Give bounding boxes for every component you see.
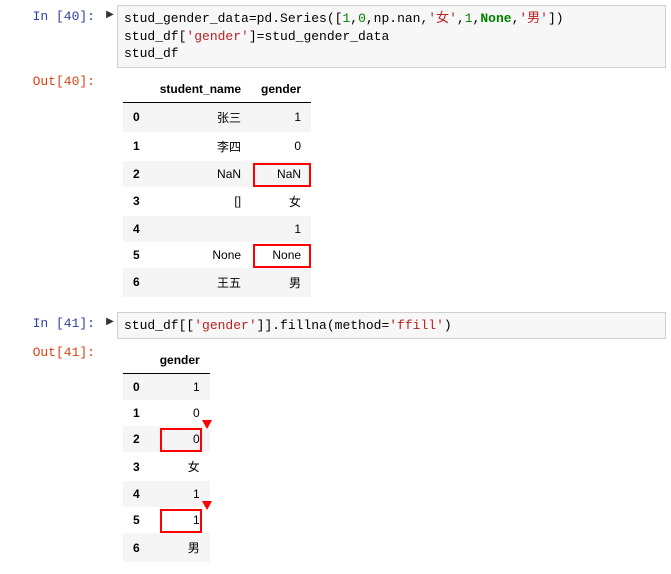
table-row: 5NoneNone <box>123 242 311 268</box>
dataframe-41: gender0110203女41516男 <box>123 347 210 562</box>
table-row: 20 <box>123 426 210 452</box>
in-prompt-41: In [41]: <box>5 312 103 340</box>
table-row: 3女 <box>123 452 210 481</box>
cell-41-input: In [41]: ▶ stud_df[['gender']].fillna(me… <box>5 312 666 340</box>
table-row: 3[]女 <box>123 187 311 216</box>
table-row: 41 <box>123 216 311 242</box>
dataframe-40: student_namegender0张三11李四02NaNNaN3[]女415… <box>123 76 311 297</box>
code-input-40[interactable]: stud_gender_data=pd.Series([1,0,np.nan,'… <box>117 5 666 68</box>
table-row: 6王五男 <box>123 268 311 297</box>
cell-41-output: Out[41]: gender0110203女41516男 <box>5 341 666 567</box>
column-header: student_name <box>150 76 251 103</box>
output-40: student_namegender0张三11李四02NaNNaN3[]女415… <box>117 70 666 302</box>
code-input-41[interactable]: stud_df[['gender']].fillna(method='ffill… <box>117 312 666 340</box>
table-row: 51 <box>123 507 210 533</box>
column-header: gender <box>150 347 210 374</box>
column-header: gender <box>251 76 311 103</box>
table-row: 01 <box>123 374 210 401</box>
run-icon[interactable]: ▶ <box>103 5 117 68</box>
table-row: 6男 <box>123 533 210 562</box>
run-icon[interactable]: ▶ <box>103 312 117 340</box>
table-row: 41 <box>123 481 210 507</box>
table-row: 1李四0 <box>123 132 311 161</box>
table-row: 0张三1 <box>123 102 311 132</box>
out-prompt-40: Out[40]: <box>5 70 103 302</box>
table-row: 2NaNNaN <box>123 161 311 187</box>
output-41: gender0110203女41516男 <box>117 341 666 567</box>
out-prompt-41: Out[41]: <box>5 341 103 567</box>
cell-40-input: In [40]: ▶ stud_gender_data=pd.Series([1… <box>5 5 666 68</box>
table-row: 10 <box>123 400 210 426</box>
cell-40-output: Out[40]: student_namegender0张三11李四02NaNN… <box>5 70 666 302</box>
in-prompt-40: In [40]: <box>5 5 103 68</box>
